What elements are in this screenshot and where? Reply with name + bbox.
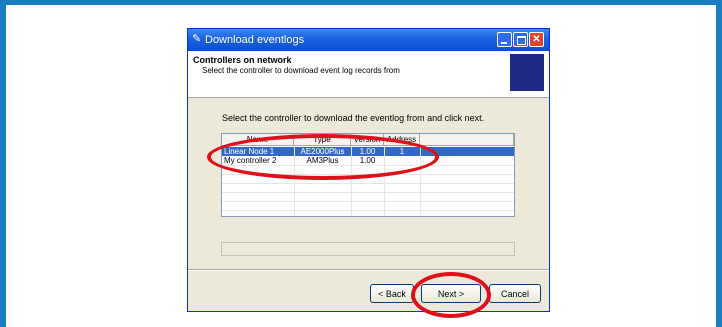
minimize-button[interactable] bbox=[497, 32, 512, 47]
wizard-header: Controllers on network Select the contro… bbox=[188, 51, 549, 98]
highlight-ellipse-selected-row bbox=[207, 134, 439, 180]
grid-line bbox=[222, 210, 514, 211]
close-icon: ✕ bbox=[532, 34, 541, 45]
window-title: Download eventlogs bbox=[205, 34, 305, 46]
back-button[interactable]: < Back bbox=[370, 284, 414, 303]
title-bar[interactable]: ✎ Download eventlogs ✕ bbox=[188, 29, 549, 51]
grid-line bbox=[222, 183, 514, 184]
minimize-icon bbox=[501, 42, 507, 44]
app-icon: ✎ bbox=[192, 33, 202, 45]
maximize-icon bbox=[517, 36, 526, 45]
progress-bar bbox=[221, 242, 515, 256]
close-button[interactable]: ✕ bbox=[529, 32, 544, 47]
grid-line bbox=[222, 192, 514, 193]
instruction-text: Select the controller to download the ev… bbox=[222, 113, 485, 123]
divider bbox=[188, 269, 549, 271]
grid-line bbox=[222, 201, 514, 202]
column-header-filler bbox=[420, 134, 514, 146]
header-subtitle: Select the controller to download event … bbox=[202, 66, 400, 75]
cancel-button[interactable]: Cancel bbox=[489, 284, 541, 303]
maximize-button[interactable] bbox=[513, 32, 528, 47]
header-image bbox=[510, 54, 544, 91]
highlight-ellipse-next-button bbox=[411, 272, 491, 318]
